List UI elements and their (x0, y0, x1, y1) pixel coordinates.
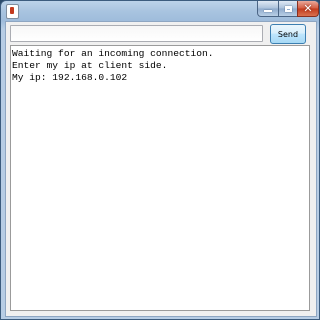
maximize-icon (284, 5, 292, 12)
minimize-button[interactable] (257, 1, 279, 17)
title-bar[interactable]: ✕ (1, 1, 319, 21)
send-button[interactable]: Send (270, 24, 306, 44)
log-line: Enter my ip at client side. (12, 60, 168, 71)
minimize-icon (264, 10, 272, 12)
close-button[interactable]: ✕ (297, 1, 319, 17)
log-line: My ip: 192.168.0.102 (12, 72, 128, 83)
log-line: Waiting for an incoming connection. (12, 48, 214, 59)
message-log[interactable]: Waiting for an incoming connection. Ente… (10, 45, 310, 311)
message-input[interactable] (10, 25, 263, 42)
java-app-icon[interactable] (6, 4, 19, 19)
maximize-button[interactable] (278, 1, 298, 17)
close-icon: ✕ (303, 2, 313, 15)
client-area: Send Waiting for an incoming connection.… (5, 21, 317, 317)
chat-window: ✕ Send Waiting for an incoming connectio… (0, 0, 320, 320)
